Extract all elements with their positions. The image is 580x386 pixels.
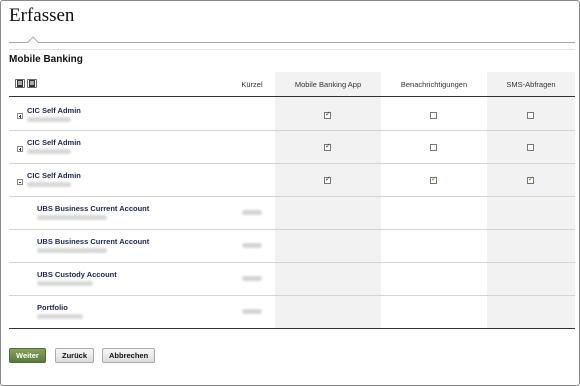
collapse-row-icon[interactable] [17,179,23,185]
sms-checkbox[interactable] [527,177,534,184]
cancel-button[interactable]: Abbrechen [102,348,156,363]
column-header-app: Mobile Banking App [294,80,362,89]
redacted-detail [27,182,71,187]
collapse-all-icon[interactable] [27,79,37,88]
app-checkbox[interactable] [324,177,331,184]
redacted-detail [27,117,71,122]
app-checkbox[interactable] [324,144,331,151]
table-row: CIC Self Admin [9,131,575,164]
account-name: UBS Custody Account [37,270,117,279]
redacted-kuerzel [242,210,262,215]
account-name: UBS Business Current Account [37,204,150,213]
row-name: CIC Self Admin [27,106,81,115]
redacted-account-number [37,281,93,286]
sms-checkbox[interactable] [527,112,534,119]
section-divider [9,49,575,50]
redacted-detail [27,149,71,154]
redacted-account-number [37,248,107,253]
title-divider [9,42,575,43]
redacted-kuerzel [242,276,262,281]
notifications-checkbox[interactable] [430,177,437,184]
notifications-checkbox[interactable] [430,112,437,119]
expand-row-icon[interactable] [17,113,23,119]
table-header: Kürzel Mobile Banking App Benachrichtigu… [9,72,575,97]
page-title: Erfassen [9,5,75,26]
title-notch [27,36,39,48]
sms-checkbox[interactable] [527,144,534,151]
header-icon-group [15,79,37,88]
next-button[interactable]: Weiter [9,348,46,363]
account-row: UBS Business Current Account [9,230,575,263]
column-header-sms: SMS-Abfragen [506,80,556,89]
expand-row-icon[interactable] [17,146,23,152]
app-checkbox[interactable] [324,112,331,119]
window-frame: Erfassen Mobile Banking Kürzel Mobile Ba… [0,0,580,386]
table-row: CIC Self Admin [9,164,575,197]
redacted-account-number [37,215,107,220]
account-row: UBS Custody Account [9,263,575,296]
table-row: CIC Self Admin [9,98,575,131]
column-header-notifications: Benachrichtigungen [400,80,468,89]
section-title: Mobile Banking [9,54,83,65]
account-name: UBS Business Current Account [37,237,150,246]
account-name: Portfolio [37,303,68,312]
redacted-kuerzel [242,243,262,248]
account-row: UBS Business Current Account [9,197,575,230]
redacted-kuerzel [242,309,262,314]
row-name: CIC Self Admin [27,171,81,180]
back-button[interactable]: Zurück [55,348,95,363]
notifications-checkbox[interactable] [430,144,437,151]
row-name: CIC Self Admin [27,138,81,147]
expand-all-icon[interactable] [15,79,25,88]
redacted-account-number [37,314,83,319]
account-row: Portfolio [9,296,575,329]
column-header-kuerzel: Kürzel [241,80,263,89]
